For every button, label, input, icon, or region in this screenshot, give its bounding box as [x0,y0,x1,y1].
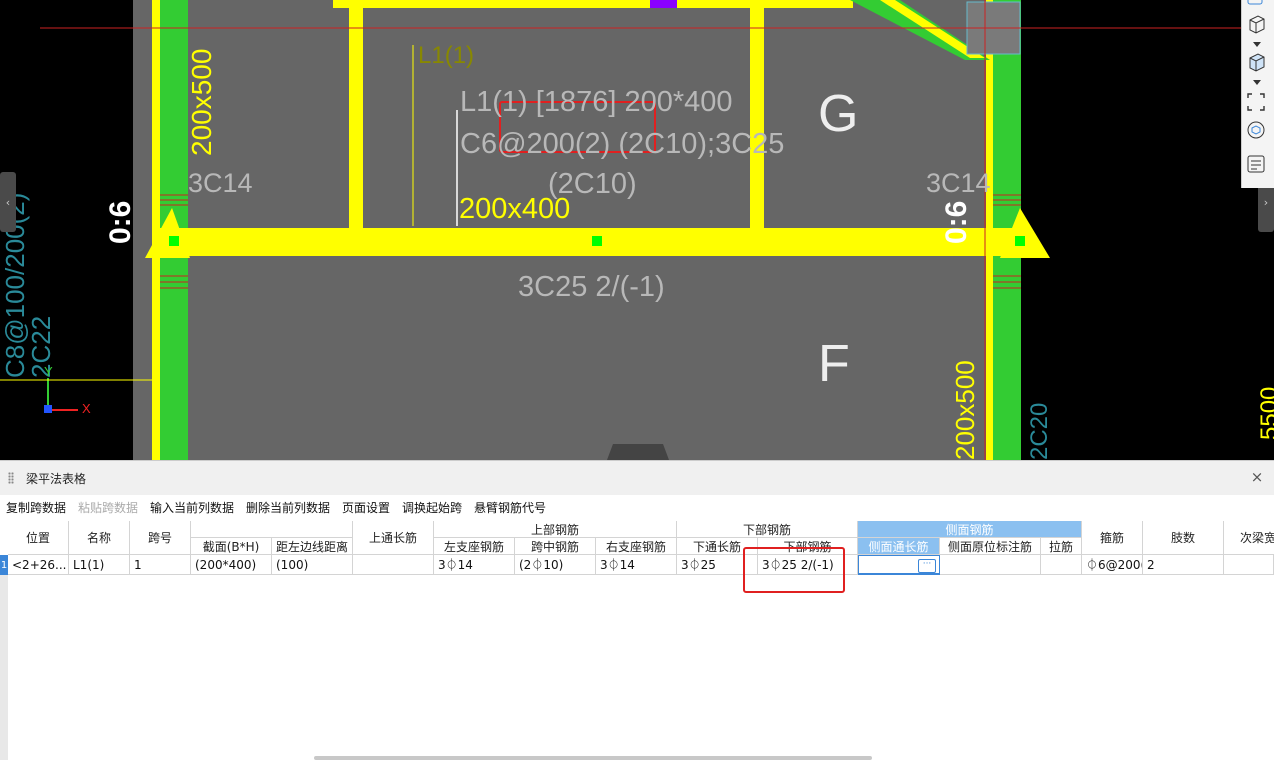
section-label: 200x400 [459,193,571,225]
header-secondary-width[interactable]: 次梁宽 [1224,521,1274,555]
more-options-icon[interactable]: ··· [918,559,936,573]
header-bottom-group: 下部钢筋 [677,521,858,538]
header-top-right[interactable]: 右支座钢筋 [596,538,677,555]
header-legs[interactable]: 肢数 [1143,521,1224,555]
fit-view-icon[interactable] [1246,92,1272,114]
cell-top-through[interactable] [353,555,434,575]
cantilever-code-button[interactable]: 悬臂钢筋代号 [474,499,546,516]
paste-span-button[interactable]: 粘贴跨数据 [78,499,138,516]
annotation-highlight-box [743,547,845,593]
beam-table-panel: 梁平法表格 × 复制跨数据 粘贴跨数据 输入当前列数据 删除当前列数据 页面设置… [0,460,1274,766]
cell-side-orig[interactable] [940,555,1041,575]
header-stirrup[interactable]: 箍筋 [1082,521,1143,555]
cube-solid-icon[interactable] [1246,52,1272,74]
row-header-strip [0,575,8,760]
header-offset[interactable]: 距左边线距离 [272,538,353,555]
solid-dropdown-icon[interactable] [1253,80,1261,85]
cell-stirrup[interactable]: ⏀6@200( [1082,555,1143,575]
left-column-edge [152,0,160,460]
cell-position[interactable]: <2+26... [8,555,69,575]
right-rebar-label: 3C14 [926,168,991,198]
axis-label-f: F [818,335,850,393]
top-beam-marker [650,0,677,8]
right-background-text: 5500 [1256,386,1274,440]
panel-title: 梁平法表格 [26,472,87,486]
axis-x-label: X [82,401,91,416]
header-top-left[interactable]: 左支座钢筋 [434,538,515,555]
drag-grip-icon[interactable] [8,472,14,484]
input-column-button[interactable]: 输入当前列数据 [150,499,234,516]
grip-left [169,236,179,246]
collapse-handle [607,444,669,460]
header-top-mid[interactable]: 跨中钢筋 [515,538,596,555]
grip-right [1015,236,1025,246]
cell-section[interactable]: (200*400) [191,555,272,575]
header-section-group [191,521,353,538]
left-section-label: 200x500 [186,48,217,156]
header-tie[interactable]: 拉筋 [1041,538,1082,555]
axis-label-g: G [818,85,859,143]
beam-label-line2: C6@200(2) (2C10);3C25 [460,128,785,160]
close-icon[interactable]: × [1248,467,1266,487]
bottom-rebar-label: 3C25 2/(-1) [518,271,665,303]
swap-start-span-button[interactable]: 调换起始跨 [402,499,462,516]
header-name[interactable]: 名称 [69,521,130,555]
cell-top-mid[interactable]: (2⏀10) [515,555,596,575]
grip-mid [592,236,602,246]
table-toolbar: 复制跨数据 粘贴跨数据 输入当前列数据 删除当前列数据 页面设置 调换起始跨 悬… [0,495,1274,519]
chevron-right-icon: › [1263,195,1269,209]
axis-origin [44,405,52,413]
beam-table: 1 位置 名称 跨号 截面(B*H) 距左边线距离 上通长筋 上部钢筋 左支座钢… [0,521,1274,766]
left-secondary-beam [349,0,363,228]
right-secondary-beam [750,0,764,228]
cell-name[interactable]: L1(1) [69,555,130,575]
beam-label-line1: L1(1) [1876] 200*400 [460,86,733,118]
cube-dropdown-icon[interactable] [1253,42,1261,47]
cell-secondary-width[interactable] [1224,555,1274,575]
left-collapse-tab[interactable]: ‹ [0,172,16,232]
header-side-through[interactable]: 侧面通长筋 [858,538,940,555]
right-dim-label: 0:6 [940,200,973,244]
header-side-orig[interactable]: 侧面原位标注筋 [940,538,1041,555]
header-section[interactable]: 截面(B*H) [191,538,272,555]
cad-canvas[interactable]: L1(1) [1876] 200*400 C6@200(2) (2C10);3C… [0,0,1274,460]
header-top-group: 上部钢筋 [434,521,677,538]
3d-view-icon[interactable] [1246,0,1272,14]
yellow-vertical-label: L1(1) [418,42,475,69]
delete-column-button[interactable]: 删除当前列数据 [246,499,330,516]
cell-tie[interactable] [1041,555,1082,575]
rotate-view-icon[interactable] [1246,120,1272,142]
cell-side-through[interactable]: ··· [858,555,940,575]
axis-y-label: Y [44,364,53,379]
cell-top-right[interactable]: 3⏀14 [596,555,677,575]
header-side-group: 侧面钢筋 [858,521,1082,538]
cube-icon[interactable] [1246,14,1272,36]
cell-offset[interactable]: (100) [272,555,353,575]
copy-span-button[interactable]: 复制跨数据 [6,499,66,516]
horizontal-scrollbar[interactable] [314,756,872,760]
panel-header: 梁平法表格 × [0,461,1274,495]
cell-legs[interactable]: 2 [1143,555,1224,575]
page-setup-button[interactable]: 页面设置 [342,499,390,516]
header-top-through[interactable]: 上通长筋 [353,521,434,555]
left-dim-label: 0:6 [104,200,137,244]
header-position[interactable]: 位置 [8,521,69,555]
properties-list-icon[interactable] [1246,154,1272,176]
left-rebar-label: 3C14 [188,168,253,198]
top-beam [333,0,853,8]
header-span[interactable]: 跨号 [130,521,191,555]
selected-beam [160,228,1022,256]
view-toolbar [1241,0,1274,188]
cell-top-left[interactable]: 3⏀14 [434,555,515,575]
lower-section-label: 200x500 [950,360,980,460]
right-background-text2: 2C20 [1026,402,1053,460]
row-number[interactable]: 1 [0,555,8,575]
chevron-left-icon: ‹ [5,195,11,209]
cell-span[interactable]: 1 [130,555,191,575]
